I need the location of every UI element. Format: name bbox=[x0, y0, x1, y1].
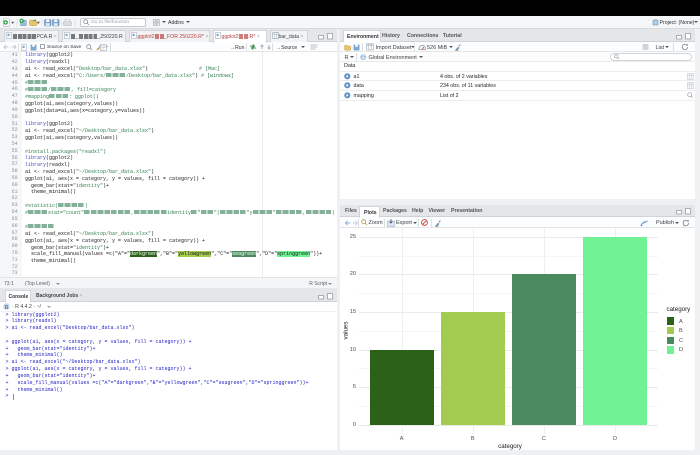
svg-text:R: R bbox=[5, 305, 9, 310]
